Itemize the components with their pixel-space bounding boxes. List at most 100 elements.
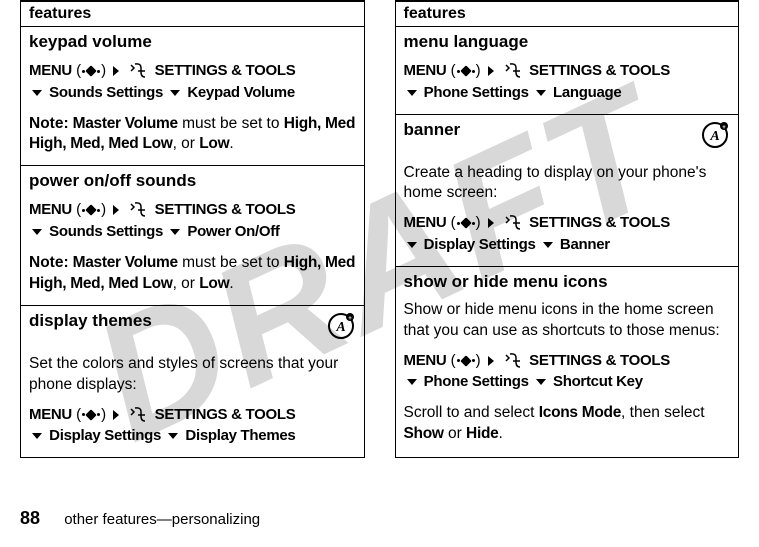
menu-path: MENU () SETTINGS & TOOLS Sounds Settings… — [29, 199, 356, 243]
note-master-volume: Master Volume — [69, 254, 178, 271]
arrow-right-icon — [488, 356, 494, 366]
submenu-1: Sounds Settings — [49, 223, 163, 240]
tools-icon — [128, 63, 148, 79]
menu-path: MENU () SETTINGS & TOOLS Display Setting… — [404, 212, 731, 256]
arrow-right-icon — [488, 66, 494, 76]
section-body-keypad-volume: MENU () SETTINGS & TOOLS Sounds Settings… — [21, 56, 364, 165]
settings-label: SETTINGS & TOOLS — [155, 201, 296, 218]
center-key-icon — [82, 203, 100, 217]
section-body-banner: Create a heading to display on your phon… — [396, 159, 739, 266]
extra-b3: Hide — [466, 425, 498, 442]
submenu-2: Language — [553, 84, 621, 101]
settings-label: SETTINGS & TOOLS — [529, 352, 670, 369]
extra-instruction: Scroll to and select Icons Mode, then se… — [404, 403, 731, 445]
menu-label: MENU — [29, 406, 72, 423]
center-key-icon — [457, 216, 475, 230]
center-key-icon — [82, 408, 100, 422]
tools-icon — [503, 215, 523, 231]
menu-label: MENU — [29, 62, 72, 79]
section-title-text: display themes — [29, 311, 152, 330]
menu-label: MENU — [29, 201, 72, 218]
left-column: features keypad volume MENU () SETTINGS … — [20, 0, 365, 458]
tools-icon — [503, 63, 523, 79]
section-title-menu-icons: show or hide menu icons — [396, 266, 739, 296]
arrow-down-icon — [168, 433, 178, 439]
arrow-right-icon — [113, 205, 119, 215]
left-header: features — [21, 0, 364, 27]
center-key-icon — [457, 354, 475, 368]
svg-text:A: A — [709, 129, 719, 144]
submenu-1: Sounds Settings — [49, 84, 163, 101]
submenu-2: Shortcut Key — [553, 373, 643, 390]
tools-icon — [128, 407, 148, 423]
note-text-mid: must be set to — [178, 254, 284, 271]
menu-path: MENU () SETTINGS & TOOLS Sounds Settings… — [29, 60, 356, 104]
page-number: 88 — [20, 508, 40, 528]
arrow-down-icon — [543, 242, 553, 248]
note-or: , or — [173, 275, 200, 292]
section-desc: Show or hide menu icons in the home scre… — [404, 300, 731, 342]
section-title-menu-language: menu language — [396, 27, 739, 56]
note-master-volume: Master Volume — [69, 115, 178, 132]
feature-badge-icon: A+ — [700, 120, 730, 155]
submenu-2: Keypad Volume — [187, 84, 295, 101]
section-title-banner: A+ banner — [396, 114, 739, 159]
settings-label: SETTINGS & TOOLS — [529, 62, 670, 79]
arrow-down-icon — [407, 90, 417, 96]
tools-icon — [128, 202, 148, 218]
svg-text:A: A — [335, 320, 345, 335]
svg-text:+: + — [348, 316, 352, 322]
note-last: Low — [199, 275, 229, 292]
right-column: features menu language MENU () SETTINGS … — [395, 0, 740, 458]
menu-path: MENU () SETTINGS & TOOLS Phone Settings … — [404, 350, 731, 394]
arrow-down-icon — [536, 90, 546, 96]
arrow-right-icon — [113, 410, 119, 420]
arrow-right-icon — [113, 66, 119, 76]
section-body-power-sounds: MENU () SETTINGS & TOOLS Sounds Settings… — [21, 195, 364, 304]
menu-label: MENU — [404, 214, 447, 231]
submenu-1: Phone Settings — [424, 373, 529, 390]
section-body-display-themes: Set the colors and styles of screens tha… — [21, 350, 364, 457]
arrow-down-icon — [536, 379, 546, 385]
center-key-icon — [457, 64, 475, 78]
arrow-down-icon — [407, 379, 417, 385]
extra-end: . — [498, 425, 502, 442]
extra-b2: Show — [404, 425, 444, 442]
right-header: features — [396, 0, 739, 27]
page-footer: 88 other features—personalizing — [20, 508, 260, 529]
section-title-text: banner — [404, 120, 461, 139]
settings-label: SETTINGS & TOOLS — [155, 406, 296, 423]
section-desc: Set the colors and styles of screens tha… — [29, 354, 356, 396]
note-end: . — [229, 275, 233, 292]
note-text-mid: must be set to — [178, 115, 284, 132]
submenu-1: Display Settings — [49, 427, 161, 444]
menu-path: MENU () SETTINGS & TOOLS Phone Settings … — [404, 60, 731, 104]
arrow-down-icon — [170, 229, 180, 235]
extra-or: or — [444, 425, 466, 442]
note-text: Note: Master Volume must be set to High,… — [29, 253, 356, 295]
section-title-display-themes: A+ display themes — [21, 305, 364, 350]
note-label: Note: — [29, 115, 69, 132]
section-title-power-sounds: power on/off sounds — [21, 165, 364, 195]
center-key-icon — [82, 64, 100, 78]
extra-b1: Icons Mode — [539, 404, 621, 421]
extra-pre: Scroll to and select — [404, 404, 539, 421]
submenu-2: Display Themes — [185, 427, 295, 444]
footer-text: other features—personalizing — [64, 511, 260, 528]
section-body-menu-icons: Show or hide menu icons in the home scre… — [396, 296, 739, 455]
content-columns: features keypad volume MENU () SETTINGS … — [0, 0, 759, 458]
arrow-right-icon — [488, 218, 494, 228]
section-body-menu-language: MENU () SETTINGS & TOOLS Phone Settings … — [396, 56, 739, 114]
arrow-down-icon — [170, 90, 180, 96]
submenu-2: Power On/Off — [187, 223, 279, 240]
settings-label: SETTINGS & TOOLS — [529, 214, 670, 231]
note-text: Note: Master Volume must be set to High,… — [29, 114, 356, 156]
note-end: . — [229, 135, 233, 152]
arrow-down-icon — [32, 229, 42, 235]
menu-label: MENU — [404, 352, 447, 369]
menu-label: MENU — [404, 62, 447, 79]
extra-mid: , then select — [621, 404, 705, 421]
submenu-1: Display Settings — [424, 236, 536, 253]
arrow-down-icon — [407, 242, 417, 248]
tools-icon — [503, 353, 523, 369]
